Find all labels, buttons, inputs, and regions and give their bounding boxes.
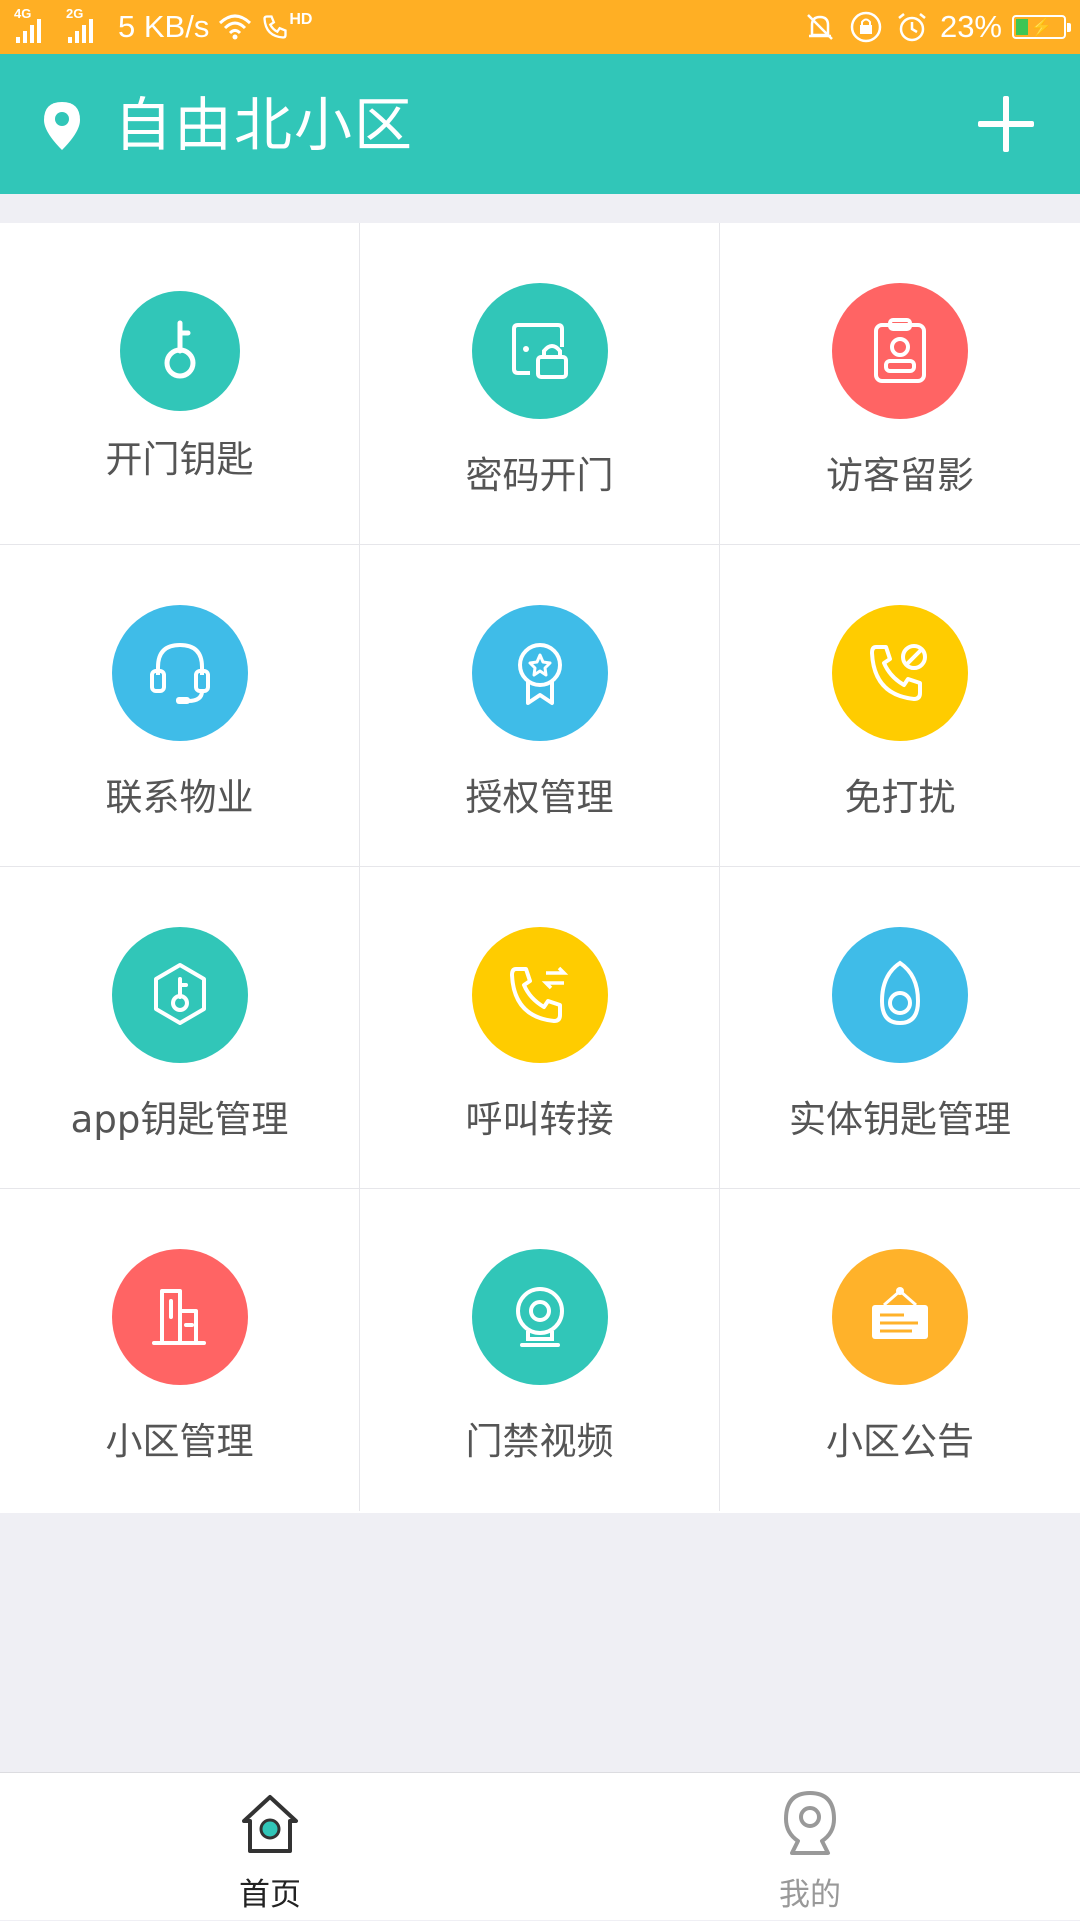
grid-item-label: 门禁视频 — [465, 1420, 614, 1463]
icon-circle — [120, 291, 240, 411]
add-button[interactable] — [978, 96, 1034, 152]
grid-item-label: 实体钥匙管理 — [789, 1098, 1011, 1141]
grid-item-label: app钥匙管理 — [70, 1098, 289, 1141]
grid-item-contact-property[interactable]: 联系物业 — [0, 545, 360, 867]
headset-icon — [150, 642, 210, 704]
location-pin-icon[interactable] — [42, 100, 82, 152]
grid-item-authorization[interactable]: 授权管理 — [360, 545, 720, 867]
grid-item-label: 联系物业 — [105, 776, 254, 819]
alarm-icon — [898, 13, 926, 42]
phone-block-icon — [870, 644, 927, 701]
signal-icon: 2G — [66, 7, 110, 47]
grid-item-visitor-photo[interactable]: 访客留影 — [720, 223, 1080, 545]
hexagon-key-icon — [154, 963, 206, 1025]
tab-label: 首页 — [239, 1877, 301, 1913]
mute-icon — [807, 14, 833, 40]
icon-circle — [832, 1249, 968, 1385]
grid-item-label: 小区公告 — [826, 1420, 974, 1463]
key-icon — [164, 320, 196, 379]
tab-label: 我的 — [779, 1877, 841, 1913]
grid-item-open-key[interactable]: 开门钥匙 — [0, 223, 360, 545]
hd-label: HD — [289, 11, 313, 28]
bottom-tab-bar: 首页 我的 — [0, 1772, 1080, 1920]
grid-item-label: 小区管理 — [105, 1420, 254, 1463]
status-bar: 4G 2G 5 KB/s HD 23% ⚡ — [0, 0, 1080, 54]
battery-charging-icon: ⚡ — [1012, 15, 1071, 39]
grid-item-password-open[interactable]: 密码开门 — [360, 223, 720, 545]
community-name[interactable]: 自由北小区 — [114, 90, 414, 160]
key-fob-icon — [879, 960, 921, 1026]
icon-circle — [472, 283, 608, 419]
grid-item-label: 授权管理 — [465, 776, 614, 819]
home-icon — [242, 1795, 298, 1853]
grid-item-physical-key-management[interactable]: 实体钥匙管理 — [720, 867, 1080, 1189]
hd-call-icon: HD — [261, 11, 313, 41]
grid-item-community-management[interactable]: 小区管理 — [0, 1189, 360, 1511]
icon-circle — [472, 927, 608, 1063]
grid-item-label: 免打扰 — [844, 776, 956, 819]
tab-home[interactable]: 首页 — [0, 1773, 540, 1921]
icon-circle — [472, 605, 608, 741]
icon-circle — [472, 1249, 608, 1385]
grid-item-call-forwarding[interactable]: 呼叫转接 — [360, 867, 720, 1189]
webcam-icon — [516, 1287, 564, 1347]
icon-circle — [832, 927, 968, 1063]
battery-percent: 23% — [939, 9, 1002, 44]
header-bar: 自由北小区 — [0, 54, 1080, 194]
icon-circle — [832, 283, 968, 419]
grid-item-do-not-disturb[interactable]: 免打扰 — [720, 545, 1080, 867]
icon-circle — [112, 605, 248, 741]
award-ribbon-icon — [518, 643, 562, 705]
grid-item-app-key-management[interactable]: app钥匙管理 — [0, 867, 360, 1189]
icon-circle — [832, 605, 968, 741]
building-icon — [152, 1289, 206, 1345]
call-forward-icon — [510, 966, 569, 1023]
grid-item-label: 开门钥匙 — [105, 438, 254, 481]
network-speed: 5 KB/s — [118, 9, 210, 44]
grid-item-community-notice[interactable]: 小区公告 — [720, 1189, 1080, 1511]
signal-icon: 4G — [14, 7, 58, 47]
grid-item-label: 密码开门 — [465, 454, 614, 497]
visitor-badge-icon — [874, 318, 926, 383]
profile-pin-icon — [784, 1791, 836, 1855]
rotation-lock-icon — [850, 11, 882, 43]
notice-board-icon — [872, 1287, 928, 1339]
icon-circle — [112, 927, 248, 1063]
function-grid: 开门钥匙 密码开门 访客留影 联系物业 授权管理 免打扰 app钥匙管理 呼叫转… — [0, 223, 1080, 1513]
icon-circle — [112, 1249, 248, 1385]
door-lock-icon — [512, 323, 568, 379]
grid-item-door-video[interactable]: 门禁视频 — [360, 1189, 720, 1511]
tab-mine[interactable]: 我的 — [540, 1773, 1080, 1921]
wifi-icon — [219, 14, 252, 40]
grid-item-label: 呼叫转接 — [465, 1098, 614, 1141]
grid-item-label: 访客留影 — [826, 454, 974, 497]
